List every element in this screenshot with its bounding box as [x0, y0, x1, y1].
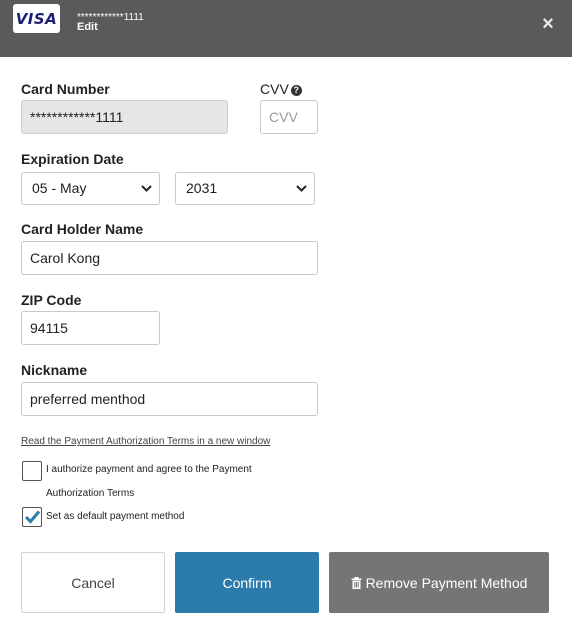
trash-icon	[351, 576, 362, 589]
default-payment-checkbox[interactable]	[22, 507, 42, 527]
cvv-label-text: CVV	[260, 81, 289, 97]
checkmark-icon	[24, 510, 41, 524]
chevron-down-icon	[141, 185, 152, 192]
zip-code-label: ZIP Code	[21, 292, 82, 308]
close-icon[interactable]: ×	[537, 13, 559, 35]
cvv-label: CVV?	[260, 81, 302, 97]
cancel-button-label: Cancel	[71, 574, 115, 591]
cvv-input[interactable]: CVV	[260, 100, 318, 134]
expiration-date-label: Expiration Date	[21, 151, 124, 167]
default-payment-label: Set as default payment method	[46, 511, 185, 522]
remove-payment-method-button[interactable]: Remove Payment Method	[329, 552, 549, 613]
expiration-month-select[interactable]: 05 - May	[21, 172, 160, 205]
header-mode-label: Edit	[77, 21, 98, 33]
expiration-year-select[interactable]: 2031	[175, 172, 315, 205]
chevron-down-icon	[296, 185, 307, 192]
expiration-month-value: 05 - May	[32, 180, 87, 196]
card-holder-name-label: Card Holder Name	[21, 221, 144, 237]
cancel-button[interactable]: Cancel	[21, 552, 165, 613]
authorize-label-line2: Authorization Terms	[46, 488, 135, 499]
authorize-checkbox[interactable]	[22, 461, 42, 481]
confirm-button-label: Confirm	[222, 574, 272, 591]
visa-logo: VISA	[13, 4, 60, 33]
dialog-header: VISA ************1111 Edit ×	[0, 0, 572, 57]
payment-terms-link[interactable]: Read the Payment Authorization Terms in …	[21, 436, 270, 447]
confirm-button[interactable]: Confirm	[175, 552, 319, 613]
authorize-label-line1: I authorize payment and agree to the Pay…	[46, 464, 252, 475]
remove-payment-method-label: Remove Payment Method	[365, 574, 528, 591]
card-holder-name-input[interactable]: Carol Kong	[21, 241, 318, 275]
card-number-field: ************1111	[21, 100, 228, 134]
card-number-label: Card Number	[21, 81, 110, 97]
nickname-label: Nickname	[21, 362, 88, 378]
question-circle-icon[interactable]: ?	[290, 85, 302, 96]
nickname-input[interactable]: preferred menthod	[21, 382, 318, 416]
zip-code-input[interactable]: 94115	[21, 311, 160, 345]
expiration-year-value: 2031	[186, 180, 218, 196]
